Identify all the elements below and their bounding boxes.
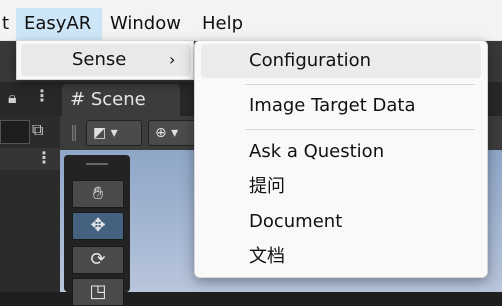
tab-scene-label: Scene <box>90 89 146 110</box>
menu-item-configuration[interactable]: Configuration <box>201 44 481 78</box>
menu-separator <box>245 129 475 130</box>
hand-tool-icon[interactable]: ✋︎ <box>72 180 124 208</box>
rotate-tool-icon[interactable]: ⟳ <box>72 246 124 274</box>
menu-item-truncated[interactable]: t <box>0 8 17 40</box>
tab-scene[interactable]: # Scene <box>62 84 180 116</box>
toolbar-grip-icon: ‖ <box>70 122 78 141</box>
draw-mode-icon: ◩ ▾ <box>93 125 118 141</box>
menu-bar: t EasyAR Window Help <box>0 8 502 41</box>
menu-item-sense-label: Sense <box>72 49 127 70</box>
globe-icon: ⊕ ▾ <box>155 125 179 141</box>
draw-mode-dropdown[interactable]: ◩ ▾ <box>86 120 142 146</box>
menu-separator <box>245 84 475 85</box>
menu-item-image-target-data[interactable]: Image Target Data <box>201 89 481 123</box>
menu-item-help[interactable]: Help <box>194 8 251 40</box>
hierarchy-panel: ⧉ ⋮ <box>0 116 60 292</box>
hash-icon: # <box>70 89 91 110</box>
menu-item-ask-question-zh[interactable]: 提问 <box>201 170 481 204</box>
expand-icon[interactable]: ⧉ <box>32 120 43 140</box>
menu-item-easyar[interactable]: EasyAR <box>16 8 102 40</box>
kebab-menu-icon[interactable]: ⋮ <box>36 148 52 167</box>
chevron-right-icon: › <box>169 50 176 69</box>
move-tool-icon[interactable]: ✥ <box>72 212 124 240</box>
menu-item-window[interactable]: Window <box>102 8 189 40</box>
easyar-dropdown-menu: Sense › <box>16 40 194 80</box>
menu-item-document[interactable]: Document <box>201 205 481 239</box>
lock-icon[interactable]: 🔒︎ <box>8 88 17 108</box>
kebab-menu-icon[interactable]: ⋮ <box>34 86 50 105</box>
window-top-strip <box>0 0 502 8</box>
panel-grip <box>86 163 108 165</box>
search-field[interactable] <box>0 120 30 144</box>
sense-submenu: Configuration Image Target Data Ask a Qu… <box>194 40 488 278</box>
menu-item-document-zh[interactable]: 文档 <box>201 240 481 274</box>
menu-item-ask-question[interactable]: Ask a Question <box>201 135 481 169</box>
menu-item-sense[interactable]: Sense › <box>21 44 191 76</box>
scale-tool-icon[interactable]: ◳ <box>72 278 124 306</box>
